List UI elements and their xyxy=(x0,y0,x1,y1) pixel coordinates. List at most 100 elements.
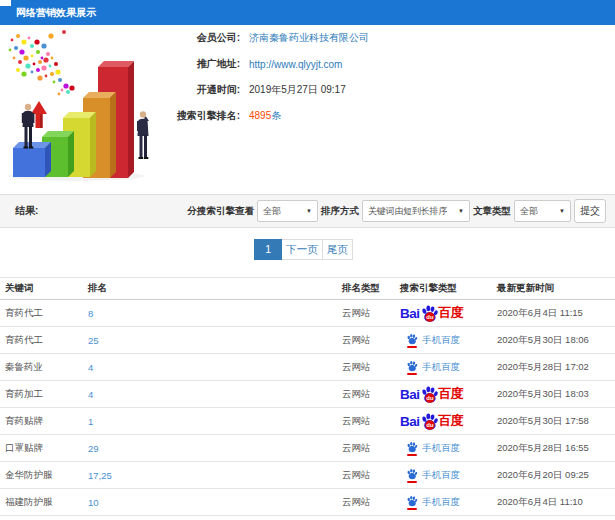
table-row: 金华防护服 17,25 云网站 手机百度 2020年6月20日 09:25 xyxy=(0,462,615,489)
baidu-logo: Baidu百度 xyxy=(400,304,463,323)
rank-type-cell: 云网站 xyxy=(342,361,400,374)
rank-type-cell: 云网站 xyxy=(342,307,400,320)
keyword-cell: 金华防护服 xyxy=(0,469,88,482)
updated-cell: 2020年5月30日 18:06 xyxy=(497,334,615,347)
table-row: 口罩贴牌 29 云网站 手机百度 2020年5月28日 16:55 xyxy=(0,435,615,462)
pagination: 1 下一页 尾页 xyxy=(0,239,608,260)
keyword-cell: 育药代工 xyxy=(0,307,88,320)
baidu-paw-icon: du xyxy=(420,304,439,323)
next-page-button[interactable]: 下一页 xyxy=(281,239,323,260)
corner-notch xyxy=(0,0,11,6)
rank-cell[interactable]: 8 xyxy=(88,308,342,319)
updated-cell: 2020年6月4日 11:10 xyxy=(497,496,615,509)
engine-filter-label: 分搜索引擎查看 xyxy=(188,205,255,218)
table-row: 秦鲁药业 4 云网站 手机百度 2020年5月28日 17:02 xyxy=(0,354,615,381)
col-keyword: 关键词 xyxy=(0,282,88,295)
rank-type-cell: 云网站 xyxy=(342,442,400,455)
page-1-button[interactable]: 1 xyxy=(254,239,282,260)
rank-cell[interactable]: 25 xyxy=(88,335,342,346)
result-label: 结果: xyxy=(15,204,38,218)
table-row: 育药贴牌 1 云网站 Baidu百度 2020年5月30日 17:58 xyxy=(0,408,615,435)
engine-type-cell: Baidu百度 xyxy=(400,304,497,323)
col-updated: 最新更新时间 xyxy=(497,282,615,295)
rank-cell[interactable]: 4 xyxy=(88,389,342,400)
rank-cell[interactable]: 4 xyxy=(88,362,342,373)
updated-cell: 2020年5月28日 16:55 xyxy=(497,442,615,455)
keyword-cell: 福建防护服 xyxy=(0,496,88,509)
promo-url-row: 推广地址: http://www.qlyyjt.com xyxy=(150,51,369,77)
table-row: 育药代工 25 云网站 手机百度 2020年5月30日 18:06 xyxy=(0,327,615,354)
page-title: 网络营销效果展示 xyxy=(16,7,96,18)
summary-section: 会员公司: 济南秦鲁药业科技有限公司 推广地址: http://www.qlyy… xyxy=(0,25,615,194)
table-body: 育药代工 8 云网站 Baidu百度 2020年6月4日 11:15 育药代工 … xyxy=(0,300,615,520)
engine-type-cell: 手机百度 xyxy=(400,360,497,375)
keyword-cell: 口罩贴牌 xyxy=(0,442,88,455)
mobile-baidu-logo: 手机百度 xyxy=(406,495,460,510)
mobile-baidu-paw-icon xyxy=(406,441,418,453)
rank-type-cell: 云网站 xyxy=(342,415,400,428)
mobile-baidu-logo: 手机百度 xyxy=(406,441,460,456)
keyword-cell: 育药加工 xyxy=(0,388,88,401)
col-rank-type: 排名类型 xyxy=(342,282,400,295)
updated-cell: 2020年5月30日 17:58 xyxy=(497,415,615,428)
svg-text:du: du xyxy=(426,314,434,320)
submit-button[interactable]: 提交 xyxy=(574,199,606,223)
company-info: 会员公司: 济南秦鲁药业科技有限公司 推广地址: http://www.qlyy… xyxy=(150,25,369,129)
chevron-down-icon: ▼ xyxy=(458,208,464,214)
rank-type-cell: 云网站 xyxy=(342,469,400,482)
table-row: 育药代工 8 云网站 Baidu百度 2020年6月4日 11:15 xyxy=(0,300,615,327)
open-time-label: 开通时间: xyxy=(150,83,240,97)
mobile-baidu-logo: 手机百度 xyxy=(406,360,460,375)
rank-count-row: 搜索引擎排名: 4895条 xyxy=(150,103,369,129)
businessman-left-icon xyxy=(22,104,35,149)
marketing-chart-illustration xyxy=(4,30,160,182)
member-company-row: 会员公司: 济南秦鲁药业科技有限公司 xyxy=(150,25,369,51)
engine-type-cell: Baidu百度 xyxy=(400,385,497,404)
updated-cell: 2020年5月28日 17:02 xyxy=(497,361,615,374)
keyword-cell: 秦鲁药业 xyxy=(0,361,88,374)
rank-cell[interactable]: 29 xyxy=(88,443,342,454)
open-time-row: 开通时间: 2019年5月27日 09:17 xyxy=(150,77,369,103)
engine-type-cell: Baidu百度 xyxy=(400,412,497,431)
svg-text:du: du xyxy=(426,395,434,401)
businessman-right-icon xyxy=(137,111,149,159)
rank-type-cell: 云网站 xyxy=(342,334,400,347)
sort-select[interactable]: 关键词由短到长排序 ▼ xyxy=(362,200,470,222)
baidu-paw-icon: du xyxy=(420,412,439,431)
baidu-logo: Baidu百度 xyxy=(400,385,463,404)
engine-type-cell: 手机百度 xyxy=(400,495,497,510)
chevron-down-icon: ▼ xyxy=(306,208,312,214)
article-type-label: 文章类型 xyxy=(473,205,511,218)
last-page-button[interactable]: 尾页 xyxy=(322,239,353,260)
mobile-baidu-logo: 手机百度 xyxy=(406,333,460,348)
rank-cell[interactable]: 17,25 xyxy=(88,470,342,481)
updated-cell: 2020年6月20日 09:25 xyxy=(497,469,615,482)
rank-table: 关键词 排名 排名类型 搜索引擎类型 最新更新时间 育药代工 8 云网站 Bai… xyxy=(0,277,615,520)
confetti-dots xyxy=(9,30,75,95)
member-company-value[interactable]: 济南秦鲁药业科技有限公司 xyxy=(249,31,369,45)
article-type-select[interactable]: 全部 ▼ xyxy=(514,200,571,222)
filter-bar: 结果: 分搜索引擎查看 全部 ▼ 排序方式 关键词由短到长排序 ▼ 文章类型 全… xyxy=(0,194,615,228)
open-time-value: 2019年5月27日 09:17 xyxy=(249,83,346,97)
chevron-down-icon: ▼ xyxy=(559,208,565,214)
member-company-label: 会员公司: xyxy=(150,31,240,45)
mobile-baidu-paw-icon xyxy=(406,360,418,372)
rank-type-cell: 云网站 xyxy=(342,388,400,401)
page-title-bar: 网络营销效果展示 xyxy=(0,0,615,25)
table-row: Baidu百度 xyxy=(0,516,615,520)
svg-text:du: du xyxy=(426,422,434,428)
mobile-baidu-paw-icon xyxy=(406,495,418,507)
engine-type-cell: 手机百度 xyxy=(400,468,497,483)
mobile-baidu-paw-icon xyxy=(406,333,418,345)
rank-count-value: 4895条 xyxy=(249,109,281,123)
engine-filter-select[interactable]: 全部 ▼ xyxy=(257,200,318,222)
rank-cell[interactable]: 1 xyxy=(88,416,342,427)
engine-type-cell: 手机百度 xyxy=(400,441,497,456)
mobile-baidu-logo: 手机百度 xyxy=(406,468,460,483)
mobile-baidu-paw-icon xyxy=(406,468,418,480)
table-header-row: 关键词 排名 排名类型 搜索引擎类型 最新更新时间 xyxy=(0,277,615,300)
rank-cell[interactable]: 10 xyxy=(88,497,342,508)
promo-url-value[interactable]: http://www.qlyyjt.com xyxy=(249,59,342,70)
sort-label: 排序方式 xyxy=(321,205,359,218)
keyword-cell: 育药代工 xyxy=(0,334,88,347)
